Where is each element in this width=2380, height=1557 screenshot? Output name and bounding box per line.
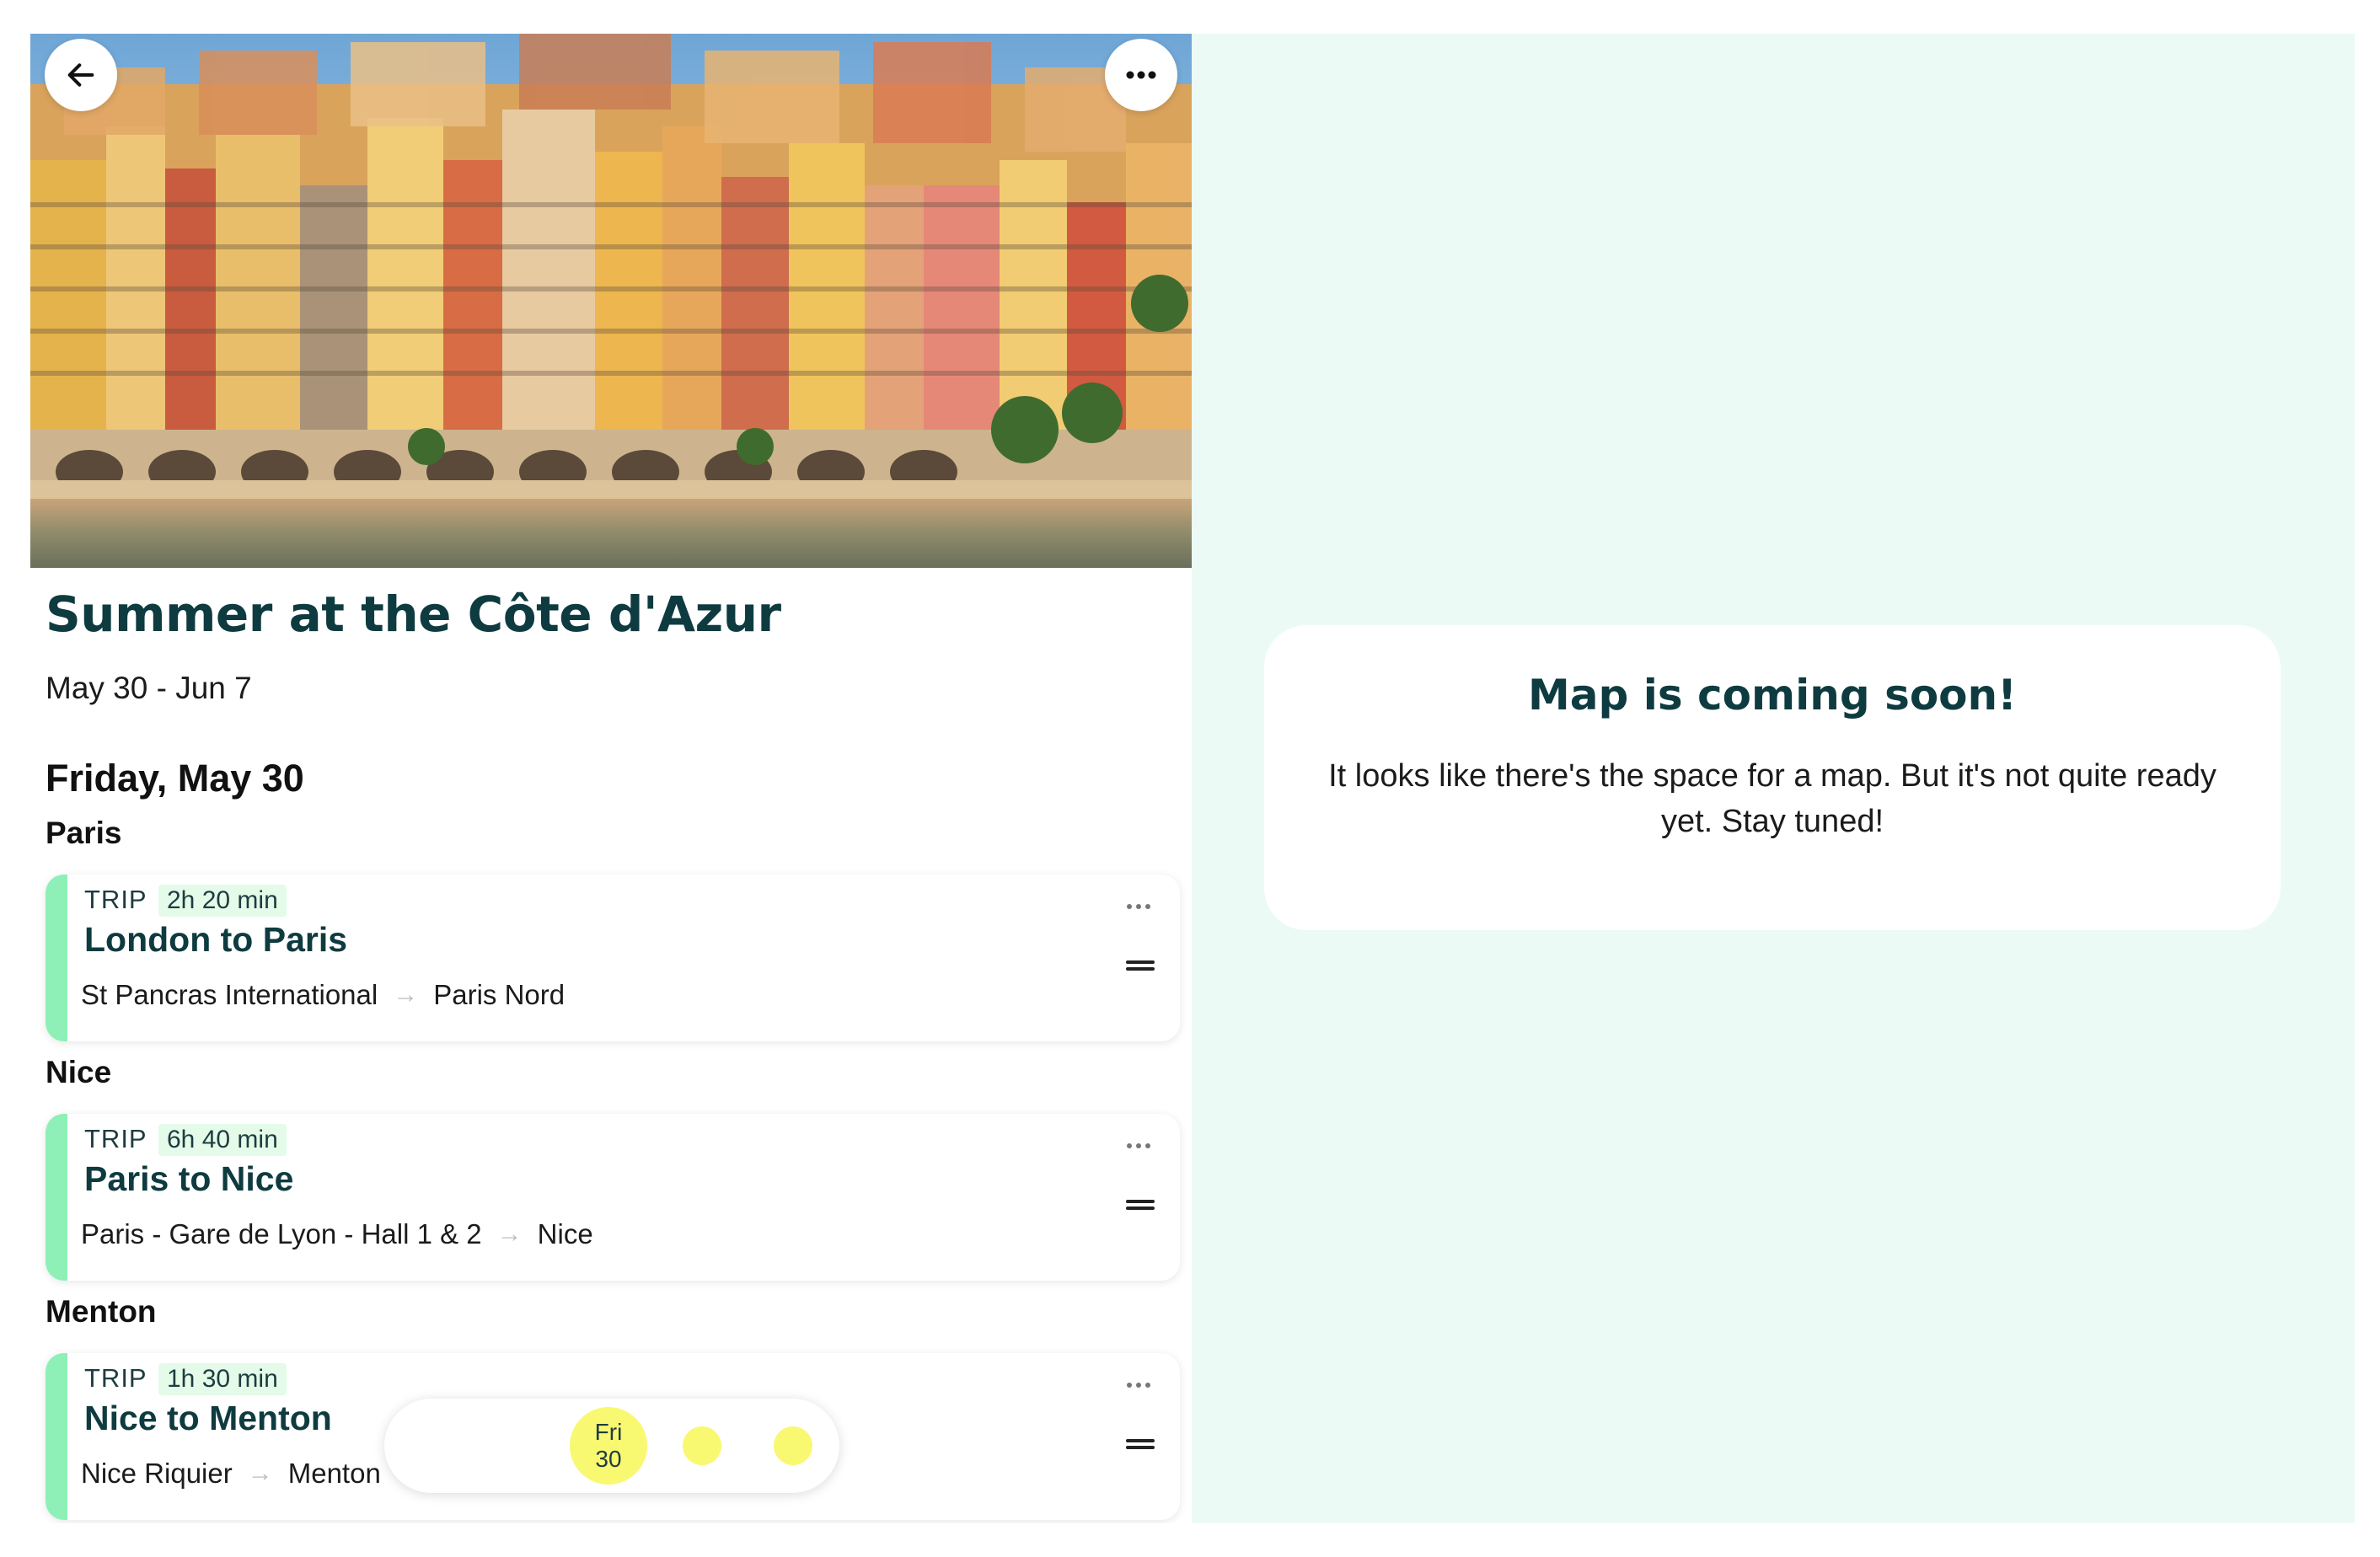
trip-duration-badge: 1h 30 min (158, 1363, 287, 1395)
trip-dates: May 30 - Jun 7 (46, 671, 252, 705)
trip-card-title: Paris to Nice (84, 1159, 294, 1198)
city-heading-nice: Nice (46, 1055, 112, 1089)
itinerary-panel: Summer at the Côte d'Azur May 30 - Jun 7… (30, 34, 1192, 1523)
drag-handle-icon[interactable] (1126, 959, 1155, 972)
route-from: St Pancras International (81, 979, 378, 1010)
trip-title: Summer at the Côte d'Azur (46, 586, 781, 643)
date-picker: Fri 30 (384, 1399, 839, 1493)
date-dot-date: 30 (595, 1446, 622, 1472)
day-heading: Friday, May 30 (46, 757, 304, 800)
more-horizontal-icon[interactable] (1124, 1380, 1153, 1390)
trip-duration-badge: 6h 40 min (158, 1124, 287, 1156)
date-dot[interactable] (774, 1426, 812, 1465)
route-to: Menton (287, 1458, 381, 1489)
trip-route: Paris - Gare de Lyon - Hall 1 & 2 → Nice (81, 1218, 593, 1250)
trip-route: Nice Riquier → Menton (81, 1458, 381, 1490)
card-accent-bar (46, 1353, 67, 1520)
date-dot-active[interactable]: Fri 30 (570, 1407, 647, 1485)
arrow-left-icon (67, 63, 94, 87)
trip-type-label: TRIP (84, 1124, 147, 1153)
map-panel: Map is coming soon! It looks like there'… (1192, 34, 2355, 1523)
route-from: Paris - Gare de Lyon - Hall 1 & 2 (81, 1218, 482, 1249)
back-button[interactable] (45, 39, 117, 111)
map-message: It looks like there's the space for a ma… (1328, 758, 2217, 839)
city-heading-paris: Paris (46, 816, 122, 850)
trip-type-label: TRIP (84, 885, 147, 914)
more-horizontal-icon[interactable] (1124, 1141, 1153, 1151)
trip-type-label: TRIP (84, 1363, 147, 1393)
map-placeholder-card: Map is coming soon! It looks like there'… (1264, 625, 2281, 930)
trip-card[interactable]: TRIP 6h 40 min Paris to Nice Paris - Gar… (46, 1114, 1180, 1281)
trip-duration-badge: 2h 20 min (158, 885, 287, 917)
more-horizontal-icon (1126, 71, 1156, 79)
more-horizontal-icon[interactable] (1124, 902, 1153, 912)
trip-card[interactable]: TRIP 2h 20 min London to Paris St Pancra… (46, 875, 1180, 1041)
city-heading-menton: Menton (46, 1294, 157, 1329)
route-to: Nice (537, 1218, 593, 1249)
arrow-right-icon: → (393, 981, 419, 1009)
drag-handle-icon[interactable] (1126, 1198, 1155, 1212)
card-accent-bar (46, 1114, 67, 1281)
route-from: Nice Riquier (81, 1458, 233, 1489)
arrow-right-icon: → (247, 1459, 273, 1487)
date-dot[interactable] (683, 1426, 721, 1465)
drag-handle-icon[interactable] (1126, 1437, 1155, 1451)
date-dot-day: Fri (594, 1419, 623, 1445)
hero-image (30, 34, 1192, 568)
arrow-right-icon: → (496, 1220, 523, 1248)
trip-card-title: Nice to Menton (84, 1399, 332, 1437)
trip-route: St Pancras International → Paris Nord (81, 979, 565, 1011)
card-accent-bar (46, 875, 67, 1041)
map-title: Map is coming soon! (1528, 671, 2017, 720)
route-to: Paris Nord (433, 979, 566, 1010)
more-options-button[interactable] (1105, 39, 1177, 111)
trip-card-title: London to Paris (84, 920, 348, 959)
